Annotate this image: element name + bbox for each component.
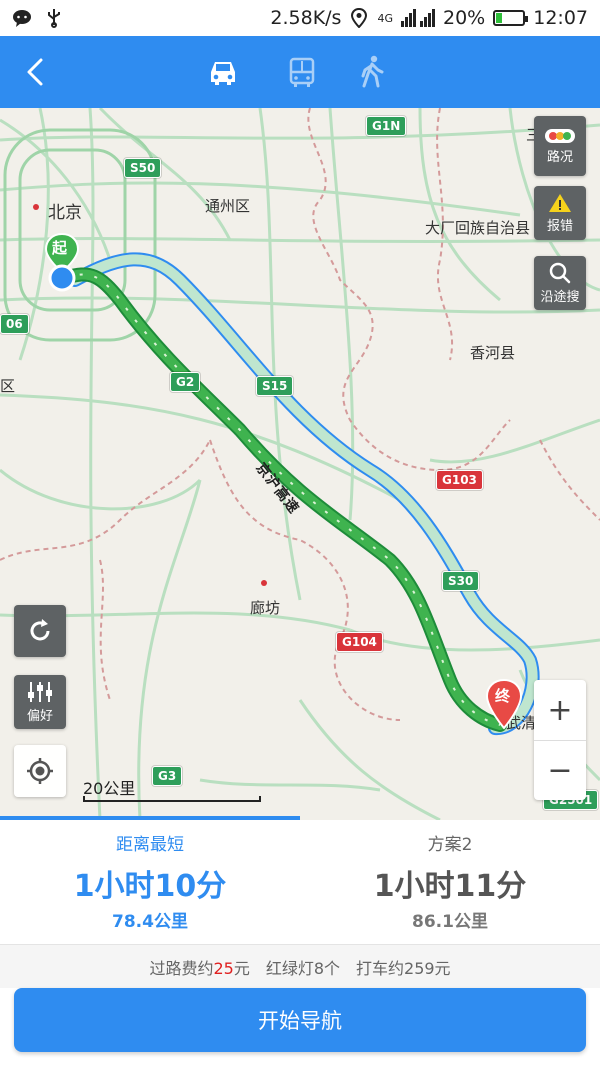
place-langfang: 廊坊 (250, 599, 281, 617)
search-along-label: 沿途搜 (540, 289, 580, 305)
locate-icon (27, 758, 53, 784)
status-bar: 2.58K/s 4G 20% 12:07 (0, 0, 600, 36)
toll-amount: 25 (213, 958, 234, 978)
scale-bar (83, 796, 261, 802)
place-edge-qu: 区 (0, 377, 16, 395)
zoom-control: + − (534, 680, 586, 800)
plan-tabs: 距离最短 1小时10分 78.4公里 方案2 1小时11分 86.1公里 (0, 816, 600, 944)
clock: 12:07 (533, 7, 588, 29)
shield-g3: G3 (152, 766, 183, 786)
back-icon[interactable] (18, 54, 54, 90)
toll-suffix: 元 (233, 958, 250, 978)
car-icon[interactable] (203, 52, 243, 92)
shield-g1n: G1N (366, 116, 407, 136)
location-icon (351, 8, 368, 28)
place-dachang: 大厂回族自治县 (425, 219, 531, 237)
traffic-label: 路况 (546, 149, 573, 165)
chat-notification-icon (13, 10, 31, 27)
traffic-light-icon (545, 128, 575, 143)
plan-name: 距离最短 (116, 835, 184, 855)
plan-time: 1小时10分 (73, 869, 227, 904)
sliders-icon (28, 681, 52, 702)
refresh-icon (30, 619, 50, 641)
toll-prefix: 过路费约 (149, 958, 214, 978)
search-along-button[interactable]: 沿途搜 (534, 256, 586, 310)
zoom-out-button[interactable]: − (534, 740, 586, 800)
battery-percent: 20% (443, 7, 486, 29)
preference-button[interactable]: 偏好 (14, 675, 66, 729)
network-speed: 2.58K/s (270, 7, 342, 29)
shield-g104: G104 (336, 632, 383, 652)
shield-06: 06 (0, 314, 29, 334)
shield-g103: G103 (436, 470, 483, 490)
route-header (0, 36, 600, 108)
place-tongzhou: 通州区 (205, 197, 251, 215)
shield-s15: S15 (256, 376, 294, 396)
plan-distance: 86.1公里 (412, 912, 488, 932)
preference-label: 偏好 (26, 708, 53, 724)
start-navigation-button[interactable]: 开始导航 (14, 988, 586, 1052)
shield-g2: G2 (170, 372, 201, 392)
usb-icon (48, 9, 60, 28)
end-marker: 终 (484, 678, 524, 734)
zoom-in-button[interactable]: + (534, 680, 586, 740)
plan-option-1[interactable]: 距离最短 1小时10分 78.4公里 (0, 816, 300, 944)
battery-icon (493, 10, 529, 26)
report-button[interactable]: 报错 (534, 186, 586, 240)
plan-distance: 78.4公里 (112, 912, 188, 932)
taxi-info: 打车约259元 (356, 958, 451, 978)
traffic-lights-info: 红绿灯8个 (265, 958, 341, 978)
report-label: 报错 (546, 218, 573, 234)
search-icon (549, 262, 571, 283)
bus-icon[interactable] (282, 52, 322, 92)
warning-icon (549, 193, 571, 212)
shield-s30: S30 (442, 571, 480, 591)
refresh-button[interactable] (14, 605, 66, 657)
start-marker: 起 (42, 232, 82, 298)
route-panel: 距离最短 1小时10分 78.4公里 方案2 1小时11分 86.1公里 过路费… (0, 816, 600, 1067)
end-label: 终 (495, 687, 511, 705)
place-xianghe: 香河县 (470, 344, 516, 362)
locate-button[interactable] (14, 745, 66, 797)
traffic-button[interactable]: 路况 (534, 116, 586, 176)
signal-icon (401, 9, 435, 27)
plan-option-2[interactable]: 方案2 1小时11分 86.1公里 (300, 820, 600, 944)
network-type: 4G (377, 11, 393, 25)
shield-s50: S50 (124, 158, 162, 178)
route-info: 过路费约25元 红绿灯8个 打车约259元 (0, 944, 600, 988)
start-label: 起 (52, 239, 68, 257)
walk-icon[interactable] (352, 52, 392, 92)
plan-time: 1小时11分 (373, 869, 527, 904)
toll-info: 过路费约25元 (149, 955, 249, 979)
plan-name: 方案2 (427, 835, 473, 855)
map-view[interactable]: 北京 通州区 大厂回族自治县 香河县 廊坊 武清区 三河 区 G1N S50 G… (0, 108, 600, 820)
place-beijing: 北京 (48, 203, 82, 223)
